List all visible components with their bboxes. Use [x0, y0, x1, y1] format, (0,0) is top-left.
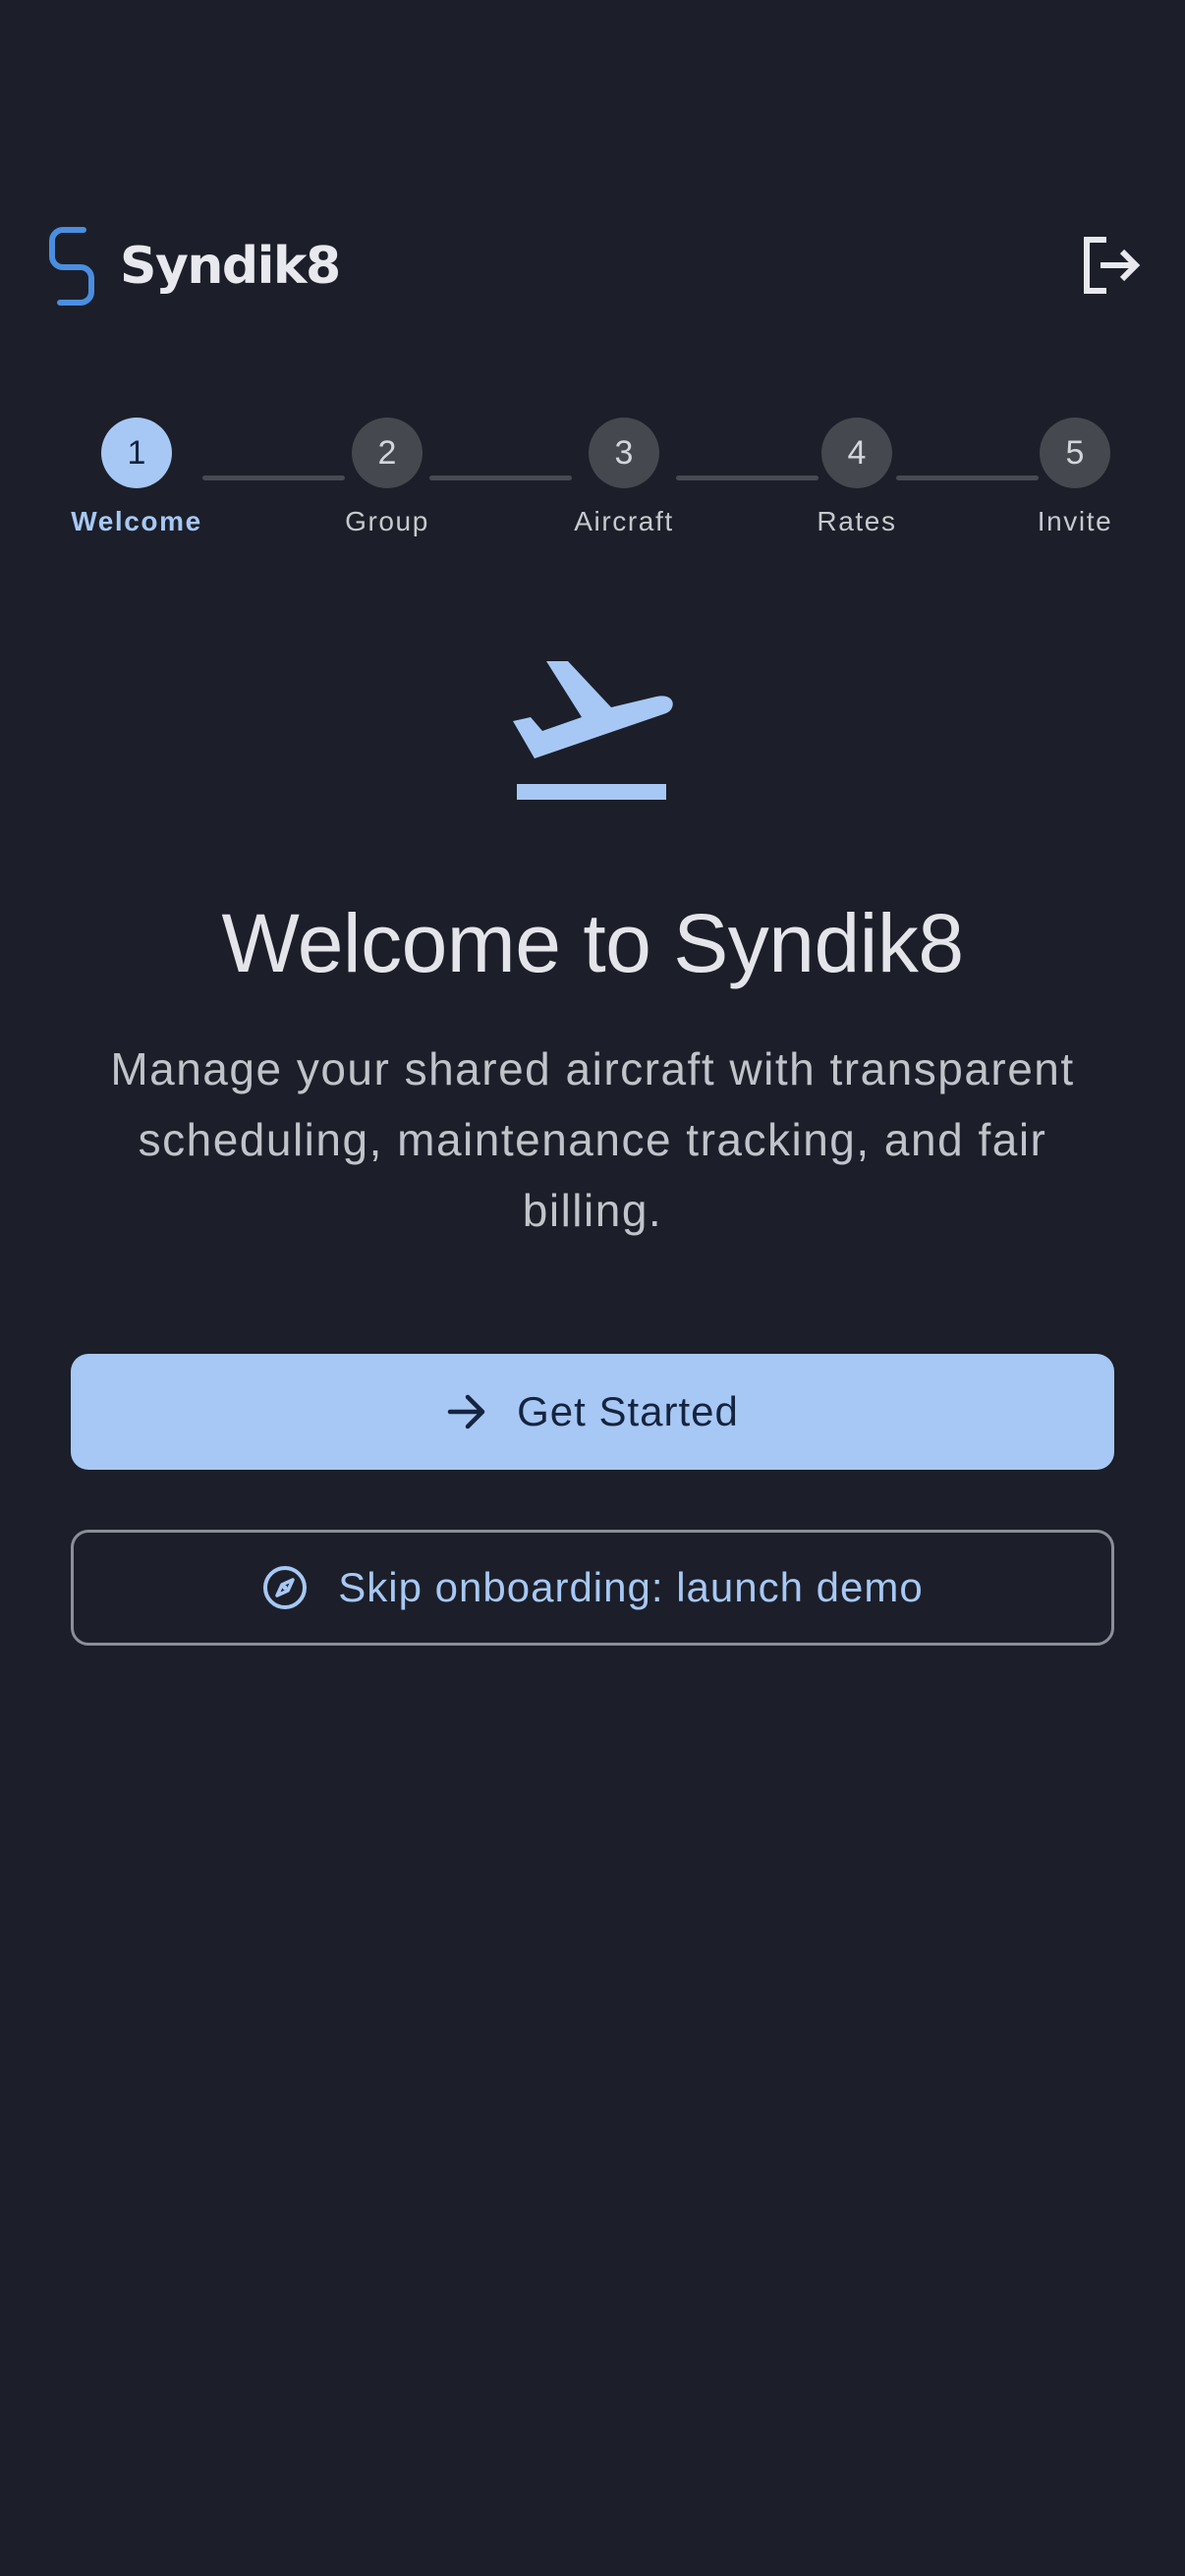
- arrow-right-icon: [447, 1394, 485, 1429]
- welcome-title: Welcome to Syndik8: [221, 897, 964, 989]
- welcome-subtitle: Manage your shared aircraft with transpa…: [110, 1043, 1075, 1236]
- onboarding-screen: Syndik8 1 Welcome 2 Group 3 Aircraft 4 R…: [0, 0, 1185, 2576]
- step-group[interactable]: 2 Group: [289, 418, 485, 537]
- get-started-label: Get Started: [517, 1388, 739, 1434]
- header: Syndik8: [0, 216, 1185, 314]
- app-name: Syndik8: [120, 237, 341, 296]
- app-logo: Syndik8: [47, 226, 341, 307]
- step-label: Rates: [817, 506, 897, 536]
- step-label: Welcome: [71, 506, 202, 536]
- step-number: 5: [1040, 418, 1110, 488]
- onboarding-stepper: 1 Welcome 2 Group 3 Aircraft 4 Rates 5 I…: [0, 418, 1185, 545]
- step-number: 3: [589, 418, 659, 488]
- step-label: Group: [345, 506, 429, 536]
- logout-button[interactable]: [1079, 234, 1144, 299]
- step-invite[interactable]: 5 Invite: [977, 418, 1173, 537]
- compass-icon: [263, 1566, 308, 1609]
- step-rates[interactable]: 4 Rates: [759, 418, 955, 537]
- step-label: Aircraft: [574, 506, 674, 536]
- step-welcome[interactable]: 1 Welcome: [38, 418, 235, 537]
- flight-takeoff-icon: [513, 661, 673, 800]
- launch-demo-button[interactable]: Skip onboarding: launch demo: [71, 1530, 1114, 1646]
- get-started-button[interactable]: Get Started: [71, 1354, 1114, 1470]
- launch-demo-label: Skip onboarding: launch demo: [338, 1564, 924, 1610]
- step-number: 2: [352, 418, 423, 488]
- step-label: Invite: [1037, 506, 1113, 536]
- step-number: 1: [101, 418, 172, 488]
- syndik8-logo-icon: [49, 227, 94, 306]
- step-number: 4: [821, 418, 892, 488]
- step-aircraft[interactable]: 3 Aircraft: [526, 418, 722, 537]
- logout-icon: [1084, 237, 1141, 294]
